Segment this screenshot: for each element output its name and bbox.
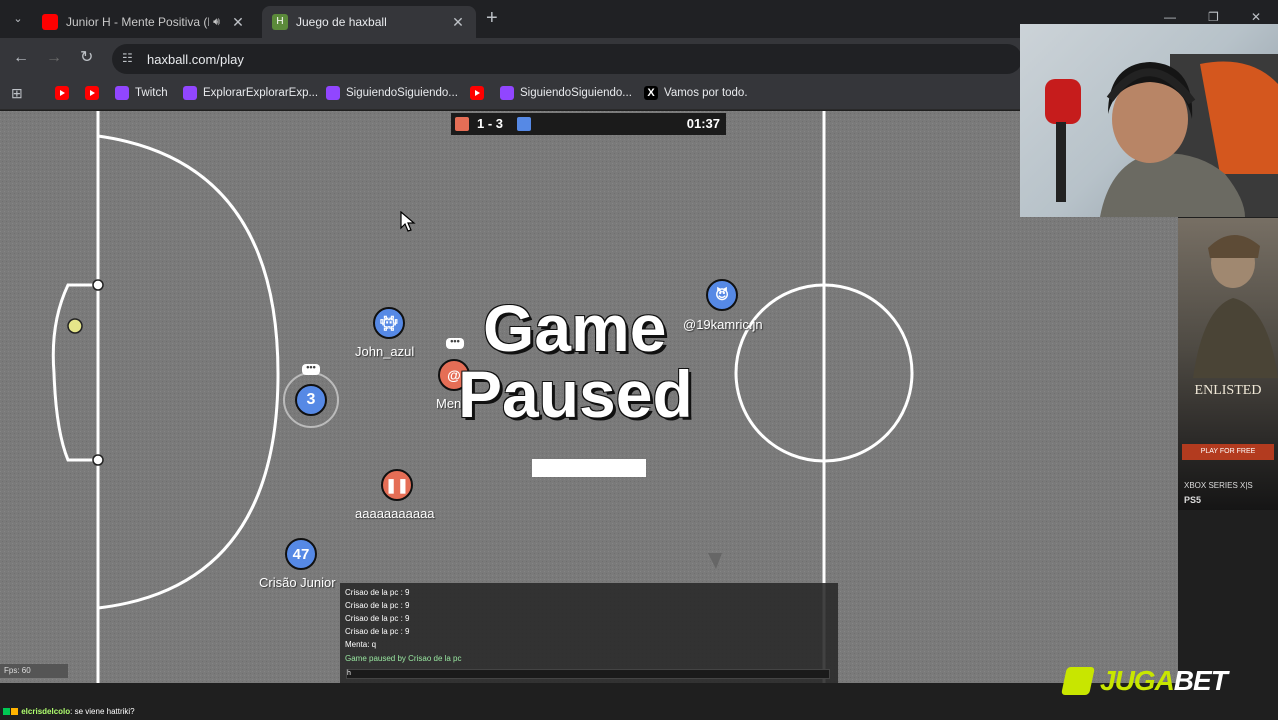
back-icon[interactable]: ← bbox=[13, 50, 29, 66]
pause-progress-bar bbox=[532, 459, 646, 477]
player-47: 47 bbox=[285, 538, 317, 570]
chat-username: elcrisdelcolo bbox=[21, 707, 71, 716]
scoreboard: 1 - 3 01:37 bbox=[451, 113, 726, 135]
twitch-icon bbox=[326, 86, 340, 100]
play-for-free-button[interactable]: PLAY FOR FREE bbox=[1182, 444, 1274, 460]
url-text[interactable]: haxball.com/play bbox=[147, 52, 244, 67]
bookmark-youtube-3[interactable] bbox=[470, 86, 490, 100]
chat-input[interactable]: h bbox=[346, 669, 830, 679]
player-3: 3 bbox=[295, 384, 327, 416]
player-name: John_azul bbox=[355, 344, 415, 359]
tab-title: Junior H - Mente Positiva (L bbox=[66, 15, 210, 29]
bookmark-youtube-2[interactable] bbox=[85, 86, 105, 100]
ad-title: ENLISTED bbox=[1194, 383, 1262, 398]
ad-soldier-image bbox=[1193, 234, 1278, 378]
stream-chat-line: elcrisdelcolo: se viene hattriki? bbox=[0, 704, 400, 720]
score: 1 - 3 bbox=[477, 116, 504, 131]
bookmark-twitch[interactable]: Twitch bbox=[115, 86, 168, 100]
player-19kamric: 😈︎ bbox=[706, 279, 738, 311]
address-bar[interactable]: ☷ haxball.com/play bbox=[112, 44, 1022, 74]
player-name: Crisão Junior bbox=[259, 575, 336, 590]
chat-message: Crisao de la pc : 9 bbox=[345, 588, 410, 597]
apps-icon[interactable]: ⊞ bbox=[11, 85, 23, 102]
streamer-image bbox=[1045, 54, 1278, 217]
bolt-icon bbox=[1061, 667, 1095, 695]
webcam-feed bbox=[1020, 24, 1278, 217]
new-tab-icon[interactable]: + bbox=[486, 8, 498, 28]
twitch-icon bbox=[115, 86, 129, 100]
tab-title: Juego de haxball bbox=[296, 15, 387, 29]
chat-text: : se viene hattriki? bbox=[70, 707, 135, 716]
bookmark-explorar[interactable]: ExplorarExplorarExp... bbox=[183, 86, 318, 100]
red-team-icon bbox=[455, 117, 469, 131]
youtube-icon bbox=[55, 86, 69, 100]
minimize-icon[interactable]: — bbox=[1164, 10, 1176, 24]
youtube-icon bbox=[85, 86, 99, 100]
sponsor-text: JUGABET bbox=[1100, 665, 1228, 696]
tab-haxball[interactable]: H Juego de haxball ✕ bbox=[262, 6, 476, 38]
badge-icon bbox=[11, 708, 18, 715]
game-clock: 01:37 bbox=[686, 116, 720, 131]
youtube-icon bbox=[470, 86, 484, 100]
chat-system-message: Game paused by Crisao de la pc bbox=[345, 654, 462, 663]
player-john-azul: 👾︎ bbox=[373, 307, 405, 339]
forward-icon[interactable]: → bbox=[46, 50, 62, 66]
avatar-icon: 👾︎ bbox=[380, 314, 398, 331]
ball bbox=[67, 318, 83, 334]
bookmark-youtube-1[interactable] bbox=[55, 86, 75, 100]
close-window-icon[interactable]: ✕ bbox=[1251, 10, 1261, 24]
bookmark-siguiendo-1[interactable]: SiguiendoSiguiendo... bbox=[326, 86, 458, 100]
chat-message: Menta: q bbox=[345, 640, 377, 649]
close-tab-icon[interactable]: ✕ bbox=[230, 14, 246, 31]
paused-title-line2: Paused bbox=[458, 357, 693, 431]
player-name: aaaaaaaaaaa bbox=[355, 506, 435, 521]
ps5-label: PS5 bbox=[1184, 495, 1202, 505]
mouse-cursor-icon bbox=[400, 211, 416, 232]
player-name: @19kamric.jn bbox=[683, 317, 763, 332]
bookmark-siguiendo-2[interactable]: SiguiendoSiguiendo... bbox=[500, 86, 632, 100]
ad-banner[interactable]: ENLISTED PLAY FOR FREE XBOX SERIES X|S P… bbox=[1178, 218, 1278, 510]
youtube-icon bbox=[42, 14, 58, 30]
badge-icon bbox=[3, 708, 10, 715]
fps-counter: Fps: 60 bbox=[0, 664, 68, 678]
blue-team-icon bbox=[517, 117, 531, 131]
paused-title-line1: Game bbox=[483, 291, 667, 365]
chat-box: Crisao de la pc : 9 Crisao de la pc : 9 … bbox=[340, 583, 838, 683]
typing-bubble: ••• bbox=[446, 337, 464, 349]
tab-search-chevron-icon[interactable]: ⌄ bbox=[8, 9, 28, 29]
restore-icon[interactable]: ❐ bbox=[1208, 10, 1219, 24]
chat-message: Crisao de la pc : 9 bbox=[345, 601, 410, 610]
reload-icon[interactable]: ↻ bbox=[80, 50, 93, 66]
chat-message: Crisao de la pc : 9 bbox=[345, 627, 410, 636]
player-aaaaa: ❚❚ bbox=[381, 469, 413, 501]
chat-message: Crisao de la pc : 9 bbox=[345, 614, 410, 623]
speaker-icon[interactable]: 🔊︎ bbox=[213, 16, 220, 29]
bookmark-vamos[interactable]: X Vamos por todo. bbox=[644, 86, 748, 100]
typing-bubble: ••• bbox=[302, 363, 320, 375]
devil-icon: 😈︎ bbox=[715, 287, 729, 302]
haxball-icon: H bbox=[272, 14, 288, 30]
sponsor-logo: JUGABET bbox=[1060, 665, 1278, 697]
pause-icon: ❚❚ bbox=[385, 476, 409, 493]
xbox-label: XBOX SERIES X|S bbox=[1184, 481, 1253, 490]
twitch-icon bbox=[500, 86, 514, 100]
tab-music[interactable]: Junior H - Mente Positiva (L 🔊︎ ✕ bbox=[32, 6, 256, 38]
twitch-icon bbox=[183, 86, 197, 100]
site-info-icon[interactable]: ☷ bbox=[122, 51, 133, 65]
close-tab-icon[interactable]: ✕ bbox=[450, 14, 466, 31]
x-icon: X bbox=[644, 86, 658, 100]
